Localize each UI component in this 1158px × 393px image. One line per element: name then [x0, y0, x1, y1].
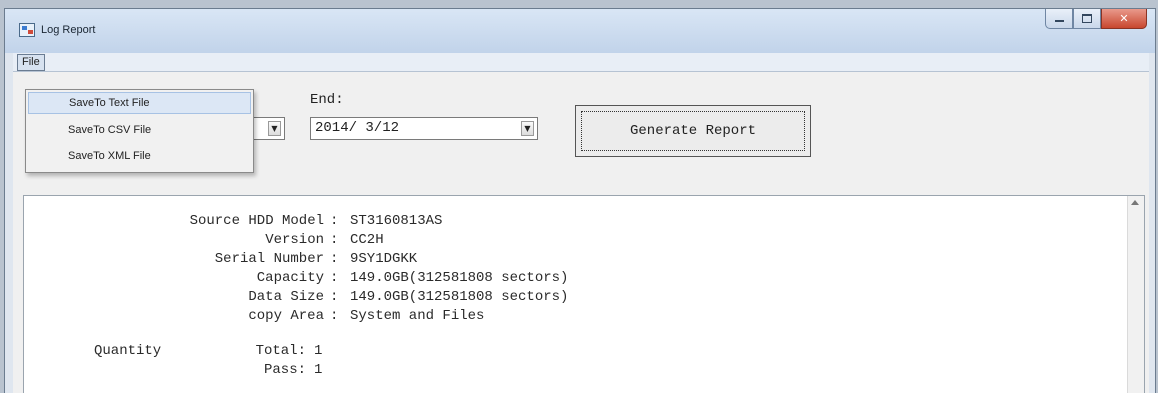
generate-report-button[interactable]: Generate Report — [575, 105, 811, 157]
report-line-label: Version — [265, 232, 324, 248]
report-line-separator: : — [330, 289, 339, 305]
maximize-button[interactable] — [1073, 9, 1101, 29]
title-bar[interactable]: Log Report ✕ — [5, 9, 1155, 53]
report-line-separator: : — [330, 251, 339, 267]
app-icon — [19, 23, 35, 37]
report-line-label: Capacity — [256, 270, 324, 286]
quantity-line-value: 1 — [314, 362, 323, 378]
report-line-value: 9SY1DGKK — [350, 251, 418, 267]
report-spacer — [24, 327, 924, 343]
report-line-label: Source HDD Model — [189, 213, 324, 229]
report-line: Version: CC2H — [24, 232, 924, 251]
chevron-down-icon[interactable]: ▼ — [521, 121, 534, 136]
report-text-area[interactable]: Source HDD Model: ST3160813AS Version: CC2H… — [23, 195, 1145, 393]
report-line-label: copy Area — [248, 308, 324, 324]
end-label: End: — [310, 92, 344, 108]
report-line: Serial Number:9SY1DGKK — [24, 251, 924, 270]
minimize-icon — [1054, 19, 1064, 22]
report-line-value: 149.0GB(312581808 sectors) — [350, 270, 569, 286]
report-line: Source HDD Model: ST3160813AS — [24, 213, 924, 232]
scroll-up-arrow-icon[interactable] — [1131, 200, 1139, 205]
report-line: Data Size:149.0GB(312581808 sectors) — [24, 289, 924, 308]
end-date-value: 2014/ 3/12 — [315, 120, 400, 136]
quantity-line-value: 1 — [314, 343, 323, 359]
report-line-separator: : — [330, 232, 339, 248]
maximize-icon — [1082, 14, 1092, 23]
close-button[interactable]: ✕ — [1101, 9, 1147, 29]
report-line-separator: : — [330, 270, 339, 286]
menu-bar: File — [13, 53, 1149, 72]
quantity-line: Quantity Total: 1 — [24, 343, 924, 362]
log-report-window: Log Report ✕ File End: ▼ 2014/ 3/12 ▼ Ge… — [4, 8, 1156, 393]
menu-file[interactable]: File — [17, 54, 45, 71]
report-line: Capacity:149.0GB(312581808 sectors) — [24, 270, 924, 289]
report-line-separator: : — [330, 308, 339, 324]
end-date-combo[interactable]: 2014/ 3/12 ▼ — [310, 117, 538, 140]
menu-item-save-xml[interactable]: SaveTo XML File — [28, 145, 251, 167]
quantity-line: Pass: 1 — [24, 362, 924, 381]
report-line-value: ST3160813AS — [350, 213, 443, 229]
menu-item-save-text[interactable]: SaveTo Text File — [28, 92, 251, 114]
vertical-scrollbar[interactable] — [1127, 196, 1144, 393]
minimize-button[interactable] — [1045, 9, 1073, 29]
quantity-label: Quantity — [94, 343, 162, 359]
report-line-value: System and Files — [350, 308, 485, 324]
file-menu-dropdown: SaveTo Text File SaveTo CSV File SaveTo … — [25, 89, 254, 173]
report-line-value: 149.0GB(312581808 sectors) — [350, 289, 569, 305]
quantity-line-label: Pass: — [263, 362, 306, 378]
report-line-label: Serial Number — [214, 251, 324, 267]
report-lines: Source HDD Model: ST3160813AS Version: CC2H… — [24, 213, 924, 381]
menu-item-save-csv[interactable]: SaveTo CSV File — [28, 119, 251, 141]
close-icon: ✕ — [1119, 12, 1129, 25]
quantity-line-label: Total: — [255, 343, 306, 359]
caption-buttons: ✕ — [1045, 9, 1147, 31]
report-line-separator: : — [330, 213, 339, 229]
generate-report-label: Generate Report — [581, 111, 805, 151]
report-line: copy Area: System and Files — [24, 308, 924, 327]
window-title: Log Report — [41, 24, 96, 36]
report-line-label: Data Size — [248, 289, 324, 305]
chevron-down-icon[interactable]: ▼ — [268, 121, 281, 136]
report-line-value: CC2H — [350, 232, 384, 248]
